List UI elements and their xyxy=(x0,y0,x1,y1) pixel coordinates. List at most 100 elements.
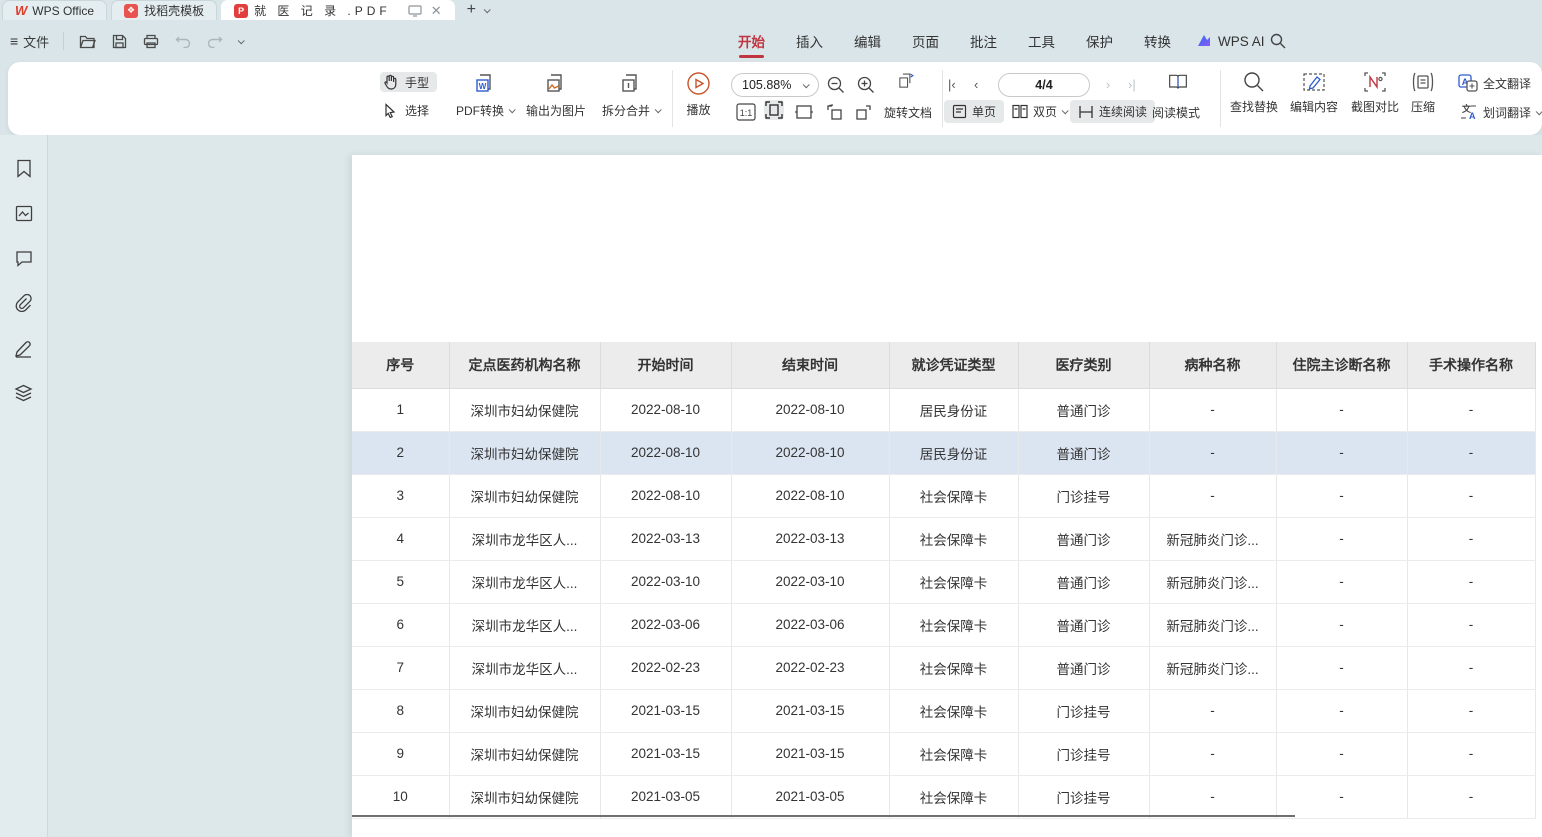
menu-page[interactable]: 页面 xyxy=(911,27,940,55)
fit-width-button[interactable] xyxy=(794,102,814,122)
table-row: 1深圳市妇幼保健院2022-08-102022-08-10居民身份证普通门诊--… xyxy=(352,388,1535,431)
rotate-right-button[interactable] xyxy=(854,102,874,122)
bookmark-icon[interactable] xyxy=(13,157,35,179)
table-cell: 深圳市龙华区人... xyxy=(449,560,600,603)
quick-access-chevron-icon[interactable] xyxy=(238,37,245,44)
word-translate-button[interactable]: 文A 划词翻译 xyxy=(1458,103,1541,121)
tab-wps-office[interactable]: W WPS Office xyxy=(2,0,107,20)
print-icon[interactable] xyxy=(142,32,160,50)
full-translate-button[interactable]: A 全文翻译 xyxy=(1458,74,1531,92)
table-cell: 门诊挂号 xyxy=(1018,732,1149,775)
wps-window: W WPS Office ❖ 找稻壳模板 P 就 医 记 录 .PDF ✕ + … xyxy=(0,0,1542,837)
next-page-button[interactable]: › xyxy=(1106,77,1110,92)
zoom-level-select[interactable]: 105.88% xyxy=(731,73,819,97)
table-cell: - xyxy=(1276,689,1407,732)
table-cell: 2021-03-15 xyxy=(600,732,731,775)
table-cell: - xyxy=(1149,732,1276,775)
tab-docer-templates[interactable]: ❖ 找稻壳模板 xyxy=(111,0,217,20)
export-image-icon xyxy=(543,71,569,97)
rotate-document-icon[interactable] xyxy=(896,71,916,91)
signature-pen-icon[interactable] xyxy=(13,337,35,359)
table-cell: 普通门诊 xyxy=(1018,431,1149,474)
find-replace-button[interactable]: 查找替换 xyxy=(1230,71,1278,115)
table-cell: 2022-02-23 xyxy=(600,646,731,689)
column-header: 手术操作名称 xyxy=(1407,342,1535,388)
table-cell: 10 xyxy=(352,775,449,818)
table-cell: - xyxy=(1149,431,1276,474)
tab-list-chevron-icon[interactable] xyxy=(484,6,491,13)
chevron-down-icon xyxy=(803,81,810,88)
menu-convert[interactable]: 转换 xyxy=(1143,27,1172,55)
table-cell: - xyxy=(1276,517,1407,560)
table-cell: 2022-08-10 xyxy=(731,474,889,517)
table-cell: 新冠肺炎门诊... xyxy=(1149,603,1276,646)
split-merge-button[interactable]: 拆分合并 xyxy=(602,71,660,119)
table-cell: 普通门诊 xyxy=(1018,517,1149,560)
page-number-input[interactable] xyxy=(998,73,1090,97)
table-cell: 社会保障卡 xyxy=(889,689,1018,732)
zoom-out-button[interactable] xyxy=(826,75,846,95)
pdf-convert-button[interactable]: W PDF转换 xyxy=(456,71,514,119)
column-header: 住院主诊断名称 xyxy=(1276,342,1407,388)
ribbon-toolbar: 手型 选择 W PDF转换 输出为图片 拆分合并 xyxy=(8,62,1542,135)
close-tab-icon[interactable]: ✕ xyxy=(431,3,442,19)
tab-document-pdf[interactable]: P 就 医 记 录 .PDF ✕ xyxy=(221,0,455,20)
column-header: 序号 xyxy=(352,342,449,388)
menu-edit[interactable]: 编辑 xyxy=(853,27,882,55)
comment-icon[interactable] xyxy=(13,247,35,269)
table-cell: 2021-03-15 xyxy=(731,689,889,732)
table-cell: - xyxy=(1407,560,1535,603)
compress-button[interactable]: 压缩 xyxy=(1410,71,1436,115)
open-file-icon[interactable] xyxy=(78,32,96,50)
single-page-button[interactable]: 单页 xyxy=(944,100,1004,123)
screenshot-compare-button[interactable]: 截图对比 xyxy=(1351,71,1399,115)
docer-icon: ❖ xyxy=(124,4,138,18)
pdf-convert-icon: W xyxy=(472,71,498,97)
table-row: 6深圳市龙华区人...2022-03-062022-03-06社会保障卡普通门诊… xyxy=(352,603,1535,646)
zoom-in-button[interactable] xyxy=(856,75,876,95)
file-menu-button[interactable]: ≡ 文件 xyxy=(10,32,49,51)
redo-icon[interactable] xyxy=(206,32,224,50)
hand-tool-button[interactable]: 手型 xyxy=(380,72,437,92)
column-header: 就诊凭证类型 xyxy=(889,342,1018,388)
edit-content-button[interactable]: 编辑内容 xyxy=(1290,71,1338,115)
read-mode-icon[interactable] xyxy=(1168,72,1188,92)
first-page-button[interactable]: |‹ xyxy=(948,77,956,92)
double-page-button[interactable]: 双页 xyxy=(1008,100,1071,123)
thumbnail-icon[interactable] xyxy=(13,202,35,224)
menu-insert[interactable]: 插入 xyxy=(795,27,824,55)
table-cell: 2021-03-05 xyxy=(731,775,889,818)
save-icon[interactable] xyxy=(110,32,128,50)
screenshot-compare-icon xyxy=(1363,71,1387,93)
actual-size-button[interactable]: 1:1 xyxy=(736,102,756,122)
rotate-document-label[interactable]: 旋转文档 xyxy=(884,104,932,121)
select-tool-button[interactable]: 选择 xyxy=(380,100,429,120)
fit-page-button[interactable] xyxy=(764,100,784,120)
menu-protect[interactable]: 保护 xyxy=(1085,27,1114,55)
menu-home[interactable]: 开始 xyxy=(737,27,766,55)
new-tab-button[interactable]: + xyxy=(467,2,476,18)
wps-ai-button[interactable]: WPS AI xyxy=(1196,20,1265,62)
menu-tools[interactable]: 工具 xyxy=(1027,27,1056,55)
last-page-button[interactable]: ›| xyxy=(1128,77,1136,92)
table-cell: 社会保障卡 xyxy=(889,646,1018,689)
menu-search-button[interactable] xyxy=(1270,20,1286,62)
previous-page-button[interactable]: ‹ xyxy=(974,77,978,92)
table-cell: - xyxy=(1407,388,1535,431)
table-cell: - xyxy=(1276,431,1407,474)
read-mode-label[interactable]: 阅读模式 xyxy=(1152,104,1200,121)
table-cell: 深圳市妇幼保健院 xyxy=(449,474,600,517)
table-cell: 普通门诊 xyxy=(1018,646,1149,689)
table-cell: 深圳市妇幼保健院 xyxy=(449,775,600,818)
rotate-left-button[interactable] xyxy=(824,102,844,122)
continuous-read-button[interactable]: 连续阅读 xyxy=(1070,100,1155,123)
play-button[interactable]: 播放 xyxy=(686,71,711,118)
layers-icon[interactable] xyxy=(13,382,35,404)
undo-icon[interactable] xyxy=(174,32,192,50)
menu-annotate[interactable]: 批注 xyxy=(969,27,998,55)
table-cell: - xyxy=(1276,474,1407,517)
attachment-icon[interactable] xyxy=(13,292,35,314)
monitor-icon[interactable] xyxy=(407,3,423,19)
export-image-button[interactable]: 输出为图片 xyxy=(526,71,586,119)
table-cell: 深圳市妇幼保健院 xyxy=(449,689,600,732)
